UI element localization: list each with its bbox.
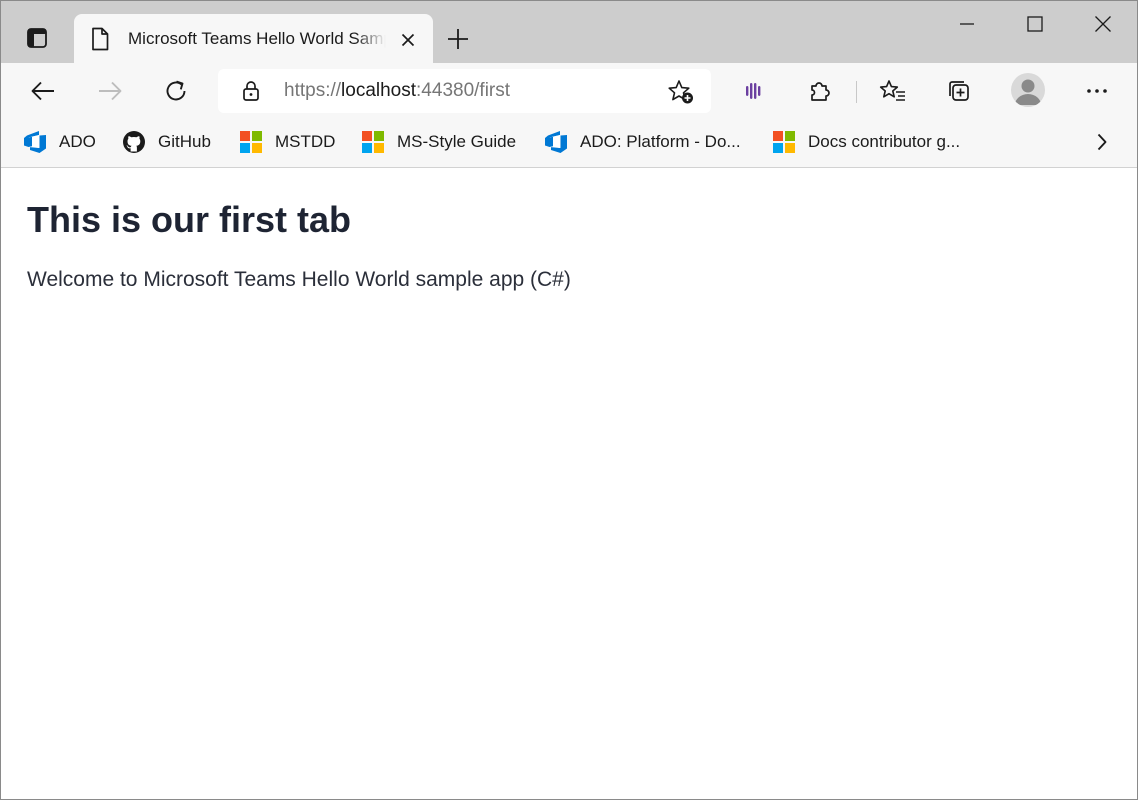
extension-logo-icon	[746, 83, 761, 99]
refresh-button[interactable]	[156, 71, 196, 111]
close-icon	[1095, 16, 1111, 32]
favorite-item-mstdd[interactable]: MSTDD	[239, 128, 335, 156]
collections-icon	[949, 81, 969, 101]
maximize-icon	[1027, 16, 1043, 32]
toolbar-separator	[856, 81, 857, 103]
url-host: localhost	[341, 80, 417, 101]
user-icon	[1015, 79, 1041, 105]
welcome-text: Welcome to Microsoft Teams Hello World s…	[27, 268, 571, 291]
address-bar[interactable]: https://localhost:44380/first	[218, 69, 711, 113]
microsoft-logo-icon	[361, 130, 385, 154]
favorite-label: GitHub	[158, 132, 211, 151]
chevron-right-icon	[1097, 133, 1107, 151]
favorites-overflow-button[interactable]	[1089, 129, 1115, 155]
add-favorite-button[interactable]	[666, 79, 696, 105]
favorites-button[interactable]	[873, 71, 913, 111]
page-icon	[92, 27, 109, 51]
favorite-label: MS-Style Guide	[397, 132, 517, 151]
close-icon	[401, 33, 415, 47]
puzzle-icon	[811, 82, 830, 101]
forward-button[interactable]	[90, 71, 130, 111]
arrow-left-icon	[31, 81, 54, 101]
favorite-item-github[interactable]: GitHub	[122, 128, 211, 156]
azure-devops-icon	[23, 130, 47, 154]
tab-title: Microsoft Teams Hello World Sample	[128, 29, 386, 48]
favorite-item-ado-platform[interactable]: ADO: Platform - Do...	[544, 128, 741, 156]
page-content: This is our first tab Welcome to Microso…	[1, 169, 1137, 799]
tab-strip: Microsoft Teams Hello World Sample	[1, 1, 1137, 63]
favorite-label: Docs contributor g...	[808, 132, 961, 151]
more-icon	[1087, 89, 1107, 93]
settings-menu-button[interactable]	[1077, 71, 1117, 111]
microsoft-logo-icon	[239, 130, 263, 154]
favorite-label: ADO	[59, 132, 96, 151]
window-close-button[interactable]	[1079, 6, 1127, 42]
url-scheme: https://	[284, 80, 342, 101]
extension-button[interactable]	[734, 71, 774, 111]
lock-icon[interactable]	[240, 80, 262, 102]
star-add-icon	[668, 80, 693, 104]
tab-active[interactable]: Microsoft Teams Hello World Sample	[74, 14, 433, 63]
extensions-button[interactable]	[800, 71, 840, 111]
collections-button[interactable]	[939, 71, 979, 111]
arrow-right-icon	[99, 81, 122, 101]
microsoft-logo-icon	[772, 130, 796, 154]
maximize-button[interactable]	[1011, 6, 1059, 42]
tab-actions-icon	[27, 28, 47, 48]
profile-avatar[interactable]	[1011, 73, 1045, 107]
favorite-item-docs-contributor[interactable]: Docs contributor g...	[772, 128, 960, 156]
tab-close-button[interactable]	[397, 29, 419, 51]
favorites-bar: ADO GitHub MSTDD MS-Style Guide ADO: Pla…	[1, 119, 1137, 168]
favorites-list-icon	[879, 80, 905, 101]
page-heading: This is our first tab	[27, 199, 352, 240]
favorite-item-ado[interactable]: ADO	[23, 128, 96, 156]
plus-icon	[448, 29, 468, 49]
navigation-toolbar: https://localhost:44380/first	[1, 63, 1137, 119]
github-icon	[122, 130, 146, 154]
new-tab-button[interactable]	[442, 23, 474, 55]
favorite-item-ms-style-guide[interactable]: MS-Style Guide	[361, 128, 516, 156]
browser-window: Microsoft Teams Hello World Sample https…	[0, 0, 1138, 800]
tab-actions-button[interactable]	[15, 18, 59, 58]
refresh-icon	[166, 80, 186, 101]
favorite-label: ADO: Platform - Do...	[580, 132, 741, 151]
back-button[interactable]	[23, 71, 63, 111]
url-path: :44380/first	[416, 80, 511, 101]
favorite-label: MSTDD	[275, 132, 336, 151]
url-text[interactable]: https://localhost:44380/first	[284, 80, 510, 102]
azure-devops-icon	[544, 130, 568, 154]
minimize-icon	[960, 23, 974, 25]
minimize-button[interactable]	[943, 6, 991, 42]
